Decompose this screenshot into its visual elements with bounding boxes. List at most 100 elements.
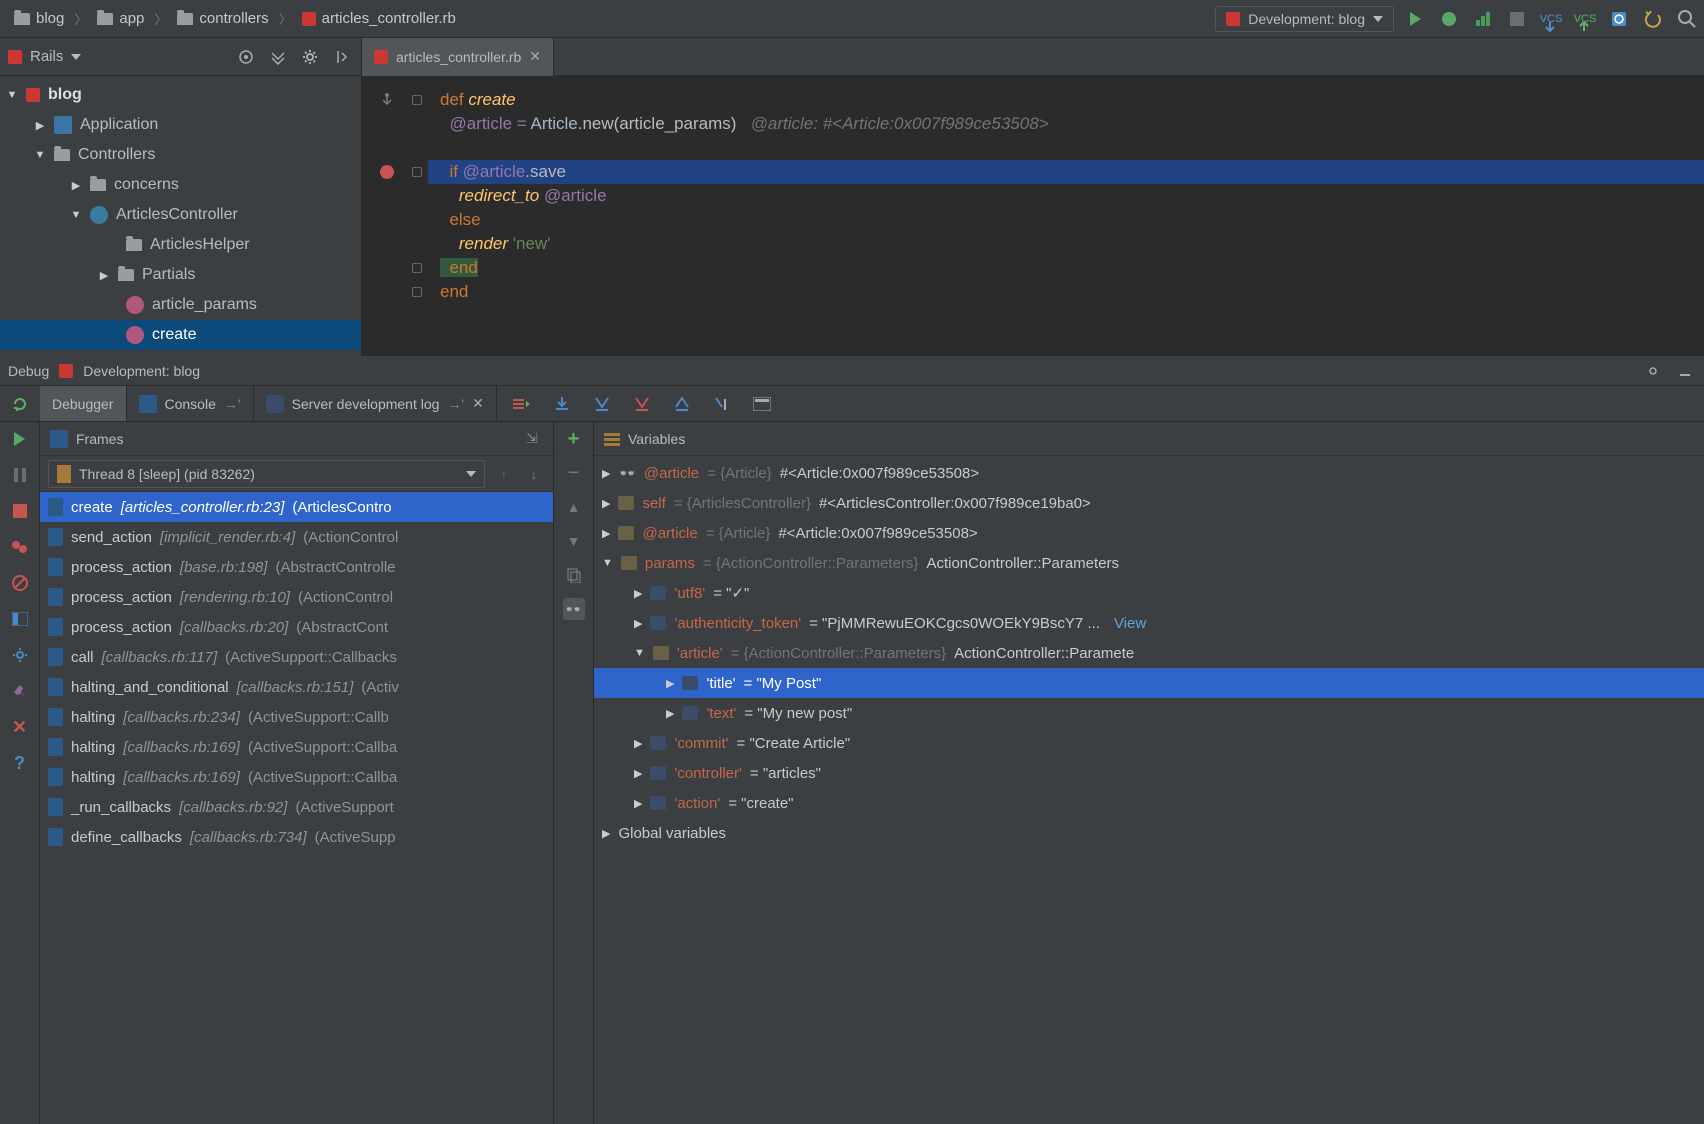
step-into-button[interactable] (591, 393, 613, 415)
tab-server-log[interactable]: Server development log→'✕ (254, 386, 497, 421)
tree-root[interactable]: ▼blog (0, 80, 361, 110)
frame-row[interactable]: call [callbacks.rb:117] (ActiveSupport::… (40, 642, 553, 672)
crumb-blog[interactable]: blog (6, 6, 72, 31)
restore-layout-button[interactable]: ⇲ (521, 428, 543, 450)
layout-button[interactable] (9, 608, 31, 630)
step-out-button[interactable] (671, 393, 693, 415)
fold-icon[interactable] (412, 167, 422, 177)
tab-console[interactable]: Console→' (127, 386, 254, 421)
show-watches-button[interactable]: 👓 (563, 598, 585, 620)
fold-icon[interactable] (412, 95, 422, 105)
tab-articles-controller[interactable]: articles_controller.rb ✕ (362, 38, 554, 76)
fold-gutter[interactable] (412, 76, 428, 356)
var-utf8[interactable]: ▶ 'utf8' = "✓" (594, 578, 1704, 608)
var-text[interactable]: ▶ 'text' = "My new post" (594, 698, 1704, 728)
var-global[interactable]: ▶ Global variables (594, 818, 1704, 848)
rerun-button[interactable] (0, 386, 40, 421)
frame-row[interactable]: halting [callbacks.rb:234] (ActiveSuppor… (40, 702, 553, 732)
resume-button[interactable] (9, 428, 31, 450)
code-editor[interactable]: def create @article = Article.new(articl… (362, 76, 1704, 356)
var-article[interactable]: ▶ @article = {Article} #<Article:0x007f9… (594, 518, 1704, 548)
history-button[interactable] (1608, 8, 1630, 30)
tree-controllers[interactable]: ▼Controllers (0, 140, 361, 170)
locate-button[interactable] (235, 46, 257, 68)
frame-list[interactable]: create [articles_controller.rb:23] (Arti… (40, 492, 553, 1124)
down-button[interactable]: ▼ (563, 530, 585, 552)
tree-partials[interactable]: ▶Partials (0, 260, 361, 290)
crumb-controllers[interactable]: controllers (169, 6, 276, 31)
run-to-cursor-button[interactable] (711, 393, 733, 415)
view-breakpoints-button[interactable] (9, 536, 31, 558)
run-button[interactable] (1404, 8, 1426, 30)
rails-view-selector[interactable]: Rails (8, 48, 225, 65)
up-button[interactable]: ▲ (563, 496, 585, 518)
copy-button[interactable] (563, 564, 585, 586)
evaluate-button[interactable] (751, 393, 773, 415)
run-config-selector[interactable]: Development: blog (1215, 6, 1394, 32)
debug-settings-button[interactable] (1642, 360, 1664, 382)
pause-button[interactable] (9, 464, 31, 486)
debug-hide-button[interactable] (1674, 360, 1696, 382)
view-link[interactable]: View (1114, 615, 1146, 632)
frame-row[interactable]: process_action [base.rb:198] (AbstractCo… (40, 552, 553, 582)
settings-button[interactable] (9, 644, 31, 666)
project-tree[interactable]: ▼blog ▶Application ▼Controllers ▶concern… (0, 76, 362, 356)
mute-breakpoints-button[interactable] (9, 572, 31, 594)
breakpoint-icon[interactable] (380, 165, 394, 179)
tree-create[interactable]: create (0, 320, 361, 350)
collapse-all-button[interactable] (267, 46, 289, 68)
tree-application[interactable]: ▶Application (0, 110, 361, 140)
var-auth-token[interactable]: ▶ 'authenticity_token' = "PjMMRewuEOKCgc… (594, 608, 1704, 638)
vcs-pull-button[interactable]: VCS (1540, 8, 1562, 30)
frame-row[interactable]: _run_callbacks [callbacks.rb:92] (Active… (40, 792, 553, 822)
var-params[interactable]: ▼ params = {ActionController::Parameters… (594, 548, 1704, 578)
remove-watch-button[interactable]: − (563, 462, 585, 484)
close-button[interactable]: ✕ (9, 716, 31, 738)
var-action[interactable]: ▶ 'action' = "create" (594, 788, 1704, 818)
close-icon[interactable]: ✕ (472, 395, 484, 412)
step-over-button[interactable] (551, 393, 573, 415)
prev-frame-button[interactable]: ↑ (493, 463, 515, 485)
fold-icon[interactable] (412, 263, 422, 273)
show-execution-button[interactable] (511, 393, 533, 415)
stop-button[interactable] (1506, 8, 1528, 30)
hide-button[interactable] (331, 46, 353, 68)
variables-list[interactable]: ▶ 👓 @article = {Article} #<Article:0x007… (594, 456, 1704, 1124)
code-content[interactable]: def create @article = Article.new(articl… (428, 76, 1704, 356)
frame-row[interactable]: process_action [callbacks.rb:20] (Abstra… (40, 612, 553, 642)
thread-selector[interactable]: Thread 8 [sleep] (pid 83262) (48, 460, 485, 488)
frame-row[interactable]: create [articles_controller.rb:23] (Arti… (40, 492, 553, 522)
crumb-file[interactable]: articles_controller.rb (294, 6, 464, 31)
fold-icon[interactable] (412, 287, 422, 297)
frame-row[interactable]: halting [callbacks.rb:169] (ActiveSuppor… (40, 732, 553, 762)
editor-gutter[interactable] (362, 76, 412, 356)
add-watch-button[interactable]: + (563, 428, 585, 450)
var-commit[interactable]: ▶ 'commit' = "Create Article" (594, 728, 1704, 758)
var-self[interactable]: ▶ self = {ArticlesController} #<Articles… (594, 488, 1704, 518)
vcs-push-button[interactable]: VCS (1574, 8, 1596, 30)
var-controller[interactable]: ▶ 'controller' = "articles" (594, 758, 1704, 788)
tree-concerns[interactable]: ▶concerns (0, 170, 361, 200)
frame-row[interactable]: send_action [implicit_render.rb:4] (Acti… (40, 522, 553, 552)
debug-button[interactable] (1438, 8, 1460, 30)
coverage-button[interactable] (1472, 8, 1494, 30)
tab-debugger[interactable]: Debugger (40, 386, 127, 421)
search-button[interactable] (1676, 8, 1698, 30)
help-button[interactable]: ? (9, 752, 31, 774)
var-title[interactable]: ▶ 'title' = "My Post" (594, 668, 1704, 698)
var-article-param[interactable]: ▼ 'article' = {ActionController::Paramet… (594, 638, 1704, 668)
tree-articles-helper[interactable]: ArticlesHelper (0, 230, 361, 260)
var-article-watch[interactable]: ▶ 👓 @article = {Article} #<Article:0x007… (594, 458, 1704, 488)
stop-button[interactable] (9, 500, 31, 522)
frame-row[interactable]: define_callbacks [callbacks.rb:734] (Act… (40, 822, 553, 852)
next-frame-button[interactable]: ↓ (523, 463, 545, 485)
tree-article-params[interactable]: article_params (0, 290, 361, 320)
crumb-app[interactable]: app (89, 6, 152, 31)
override-icon[interactable] (380, 93, 394, 107)
frame-row[interactable]: halting_and_conditional [callbacks.rb:15… (40, 672, 553, 702)
pin-button[interactable] (9, 680, 31, 702)
force-step-into-button[interactable] (631, 393, 653, 415)
undo-button[interactable] (1642, 8, 1664, 30)
frame-row[interactable]: process_action [rendering.rb:10] (Action… (40, 582, 553, 612)
close-icon[interactable]: ✕ (529, 48, 541, 65)
